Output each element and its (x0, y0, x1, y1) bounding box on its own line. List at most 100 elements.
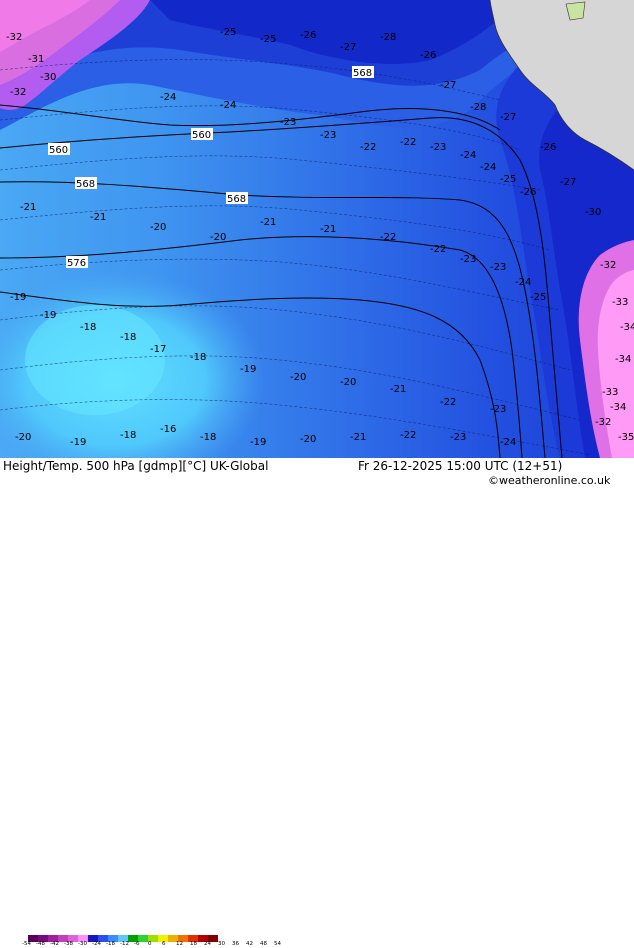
temperature-value: -27 (560, 177, 576, 188)
color-scale-label: -30 (78, 941, 87, 947)
temperature-value: -27 (440, 80, 456, 91)
color-scale-label: -24 (92, 941, 101, 947)
color-scale-label: 0 (148, 941, 152, 947)
temperature-value: -23 (280, 117, 296, 128)
temperature-value: -24 (160, 92, 176, 103)
temperature-value: -18 (80, 322, 96, 333)
height-label: 576 (66, 256, 88, 269)
temperature-value: -26 (520, 187, 536, 198)
temperature-value: -23 (490, 404, 506, 415)
height-label: 568 (352, 66, 374, 79)
temperature-value: -22 (440, 397, 456, 408)
temperature-value: -20 (210, 232, 226, 243)
temperature-value: -17 (150, 344, 166, 355)
color-scale-label: 42 (246, 941, 253, 947)
color-scale-label: 30 (218, 941, 225, 947)
temperature-value: -19 (240, 364, 256, 375)
temperature-value: -16 (160, 424, 176, 435)
temperature-value: -28 (380, 32, 396, 43)
temperature-value: -18 (190, 352, 206, 363)
temperature-value: -26 (420, 50, 436, 61)
color-scale-label: 36 (232, 941, 239, 947)
color-scale-label: 24 (204, 941, 211, 947)
temperature-value: -25 (530, 292, 546, 303)
temperature-value: -26 (300, 30, 316, 41)
temperature-value: -26 (540, 142, 556, 153)
svg-text:560: 560 (49, 145, 68, 156)
credit-link[interactable]: ©weatheronline.co.uk (488, 474, 610, 487)
temperature-value: -20 (300, 434, 316, 445)
temperature-value: -20 (150, 222, 166, 233)
color-scale-label: 6 (162, 941, 166, 947)
height-label: 568 (75, 177, 97, 190)
temperature-value: -24 (220, 100, 236, 111)
temperature-value: -27 (500, 112, 516, 123)
temperature-value: -31 (28, 54, 44, 65)
temperature-value: -23 (320, 130, 336, 141)
temperature-value: -23 (430, 142, 446, 153)
temperature-value: -19 (40, 310, 56, 321)
temperature-value: -30 (40, 72, 56, 83)
svg-text:568: 568 (227, 194, 246, 205)
color-scale-label: 18 (190, 941, 197, 947)
color-scale-label: 54 (274, 941, 281, 947)
temperature-value: -32 (6, 32, 22, 43)
temperature-value: -22 (430, 244, 446, 255)
color-scale-label: -6 (134, 941, 140, 947)
temperature-value: -25 (500, 174, 516, 185)
temperature-value: -21 (90, 212, 106, 223)
temperature-value: -21 (320, 224, 336, 235)
svg-text:568: 568 (76, 179, 95, 190)
height-label: 568 (226, 192, 248, 205)
height-label: 560 (48, 143, 70, 156)
svg-text:560: 560 (192, 130, 211, 141)
temperature-value: -20 (340, 377, 356, 388)
temperature-value: -24 (480, 162, 496, 173)
temperature-value: -18 (120, 332, 136, 343)
temperature-value: -24 (515, 277, 531, 288)
temperature-value: -22 (400, 137, 416, 148)
temperature-value: -27 (340, 42, 356, 53)
temperature-value: -18 (200, 432, 216, 443)
color-scale-label: -12 (120, 941, 129, 947)
color-scale-label: -38 (64, 941, 73, 947)
temperature-value: -21 (20, 202, 36, 213)
svg-text:576: 576 (67, 258, 86, 269)
temperature-value: -24 (500, 437, 516, 448)
temperature-value: -21 (260, 217, 276, 228)
temperature-value: -35 (618, 432, 634, 443)
temperature-value: -20 (15, 432, 31, 443)
temperature-value: -34 (610, 402, 626, 413)
map-title: Height/Temp. 500 hPa [gdmp][°C] UK-Globa… (3, 459, 269, 473)
map-footer: Height/Temp. 500 hPa [gdmp][°C] UK-Globa… (0, 458, 634, 947)
color-scale-swatch (138, 935, 148, 942)
color-scale-label: -18 (106, 941, 115, 947)
temperature-value: -32 (600, 260, 616, 271)
temperature-value: -33 (612, 297, 628, 308)
temperature-value: -25 (260, 34, 276, 45)
temperature-value: -28 (470, 102, 486, 113)
temperature-value: -20 (290, 372, 306, 383)
color-scale-label: 48 (260, 941, 267, 947)
temperature-value: -33 (602, 387, 618, 398)
color-scale-label: -48 (36, 941, 45, 947)
temperature-value: -23 (490, 262, 506, 273)
temperature-value: -21 (390, 384, 406, 395)
temperature-value: -34 (615, 354, 631, 365)
temperature-value: -23 (460, 254, 476, 265)
color-scale-label: -42 (50, 941, 59, 947)
temperature-value: -19 (70, 437, 86, 448)
weather-map: 560 560 568 568 576 568 -32 -31 -32 -30 -25-… (0, 0, 634, 458)
temperature-value: -21 (350, 432, 366, 443)
temperature-value: -22 (360, 142, 376, 153)
temperature-value: -22 (380, 232, 396, 243)
temperature-value: -19 (10, 292, 26, 303)
temperature-value: -22 (400, 430, 416, 441)
temperature-value: -19 (250, 437, 266, 448)
temperature-value: -32 (595, 417, 611, 428)
color-scale-label: 12 (176, 941, 183, 947)
temperature-value: -18 (120, 430, 136, 441)
temperature-value: -23 (450, 432, 466, 443)
temperature-value: -30 (585, 207, 601, 218)
temperature-value: -34 (620, 322, 634, 333)
